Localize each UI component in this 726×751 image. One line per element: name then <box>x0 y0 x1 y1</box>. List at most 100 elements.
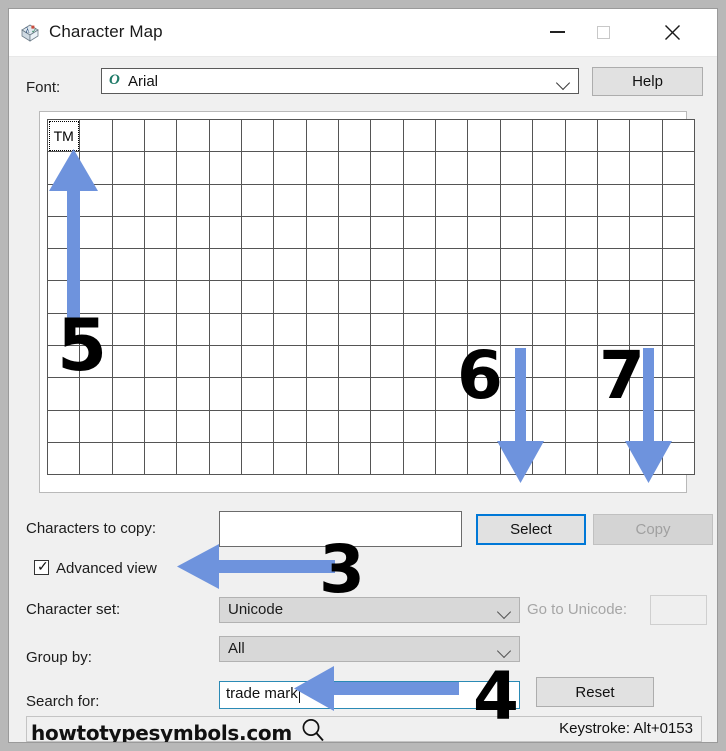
character-grid-cell[interactable] <box>209 120 243 153</box>
character-grid-cell[interactable] <box>274 346 307 379</box>
character-grid-cell[interactable] <box>500 152 534 185</box>
character-grid-cell[interactable] <box>597 281 631 314</box>
character-grid-cell[interactable] <box>112 346 146 379</box>
character-grid-cell[interactable] <box>630 442 663 476</box>
character-grid-cell[interactable] <box>112 249 146 282</box>
character-grid-cell[interactable] <box>306 216 340 250</box>
character-grid-cell[interactable] <box>306 378 340 411</box>
character-grid-cell[interactable] <box>112 281 146 314</box>
character-grid-cell[interactable] <box>112 120 146 153</box>
character-grid-cell[interactable] <box>274 442 307 476</box>
character-grid-cell[interactable] <box>533 410 566 443</box>
character-grid-cell[interactable] <box>339 184 372 217</box>
character-set-combobox[interactable]: Unicode <box>219 597 520 623</box>
character-grid-cell[interactable] <box>339 378 372 411</box>
character-grid-cell[interactable] <box>274 410 307 443</box>
minimize-button[interactable] <box>534 9 580 55</box>
character-grid-cell[interactable] <box>242 216 275 250</box>
character-grid-cell[interactable] <box>403 378 437 411</box>
character-grid-cell[interactable] <box>597 410 631 443</box>
character-grid-cell[interactable] <box>662 216 695 250</box>
character-grid-cell[interactable] <box>306 249 340 282</box>
character-grid-cell[interactable] <box>565 249 598 282</box>
character-grid-cell[interactable] <box>436 410 469 443</box>
character-grid-cell[interactable] <box>403 216 437 250</box>
character-grid-cell[interactable] <box>371 184 404 217</box>
character-grid-cell[interactable] <box>177 410 210 443</box>
character-grid-cell[interactable] <box>80 249 113 282</box>
character-grid-cell[interactable] <box>339 216 372 250</box>
character-grid-cell[interactable] <box>597 152 631 185</box>
character-grid-cell[interactable] <box>306 442 340 476</box>
character-grid-cell[interactable] <box>468 184 501 217</box>
character-grid-cell[interactable] <box>339 281 372 314</box>
character-grid-cell[interactable] <box>242 346 275 379</box>
character-grid-cell[interactable] <box>242 410 275 443</box>
character-grid-cell[interactable] <box>468 216 501 250</box>
character-grid-cell[interactable] <box>662 378 695 411</box>
character-grid-cell[interactable] <box>177 378 210 411</box>
character-grid-cell[interactable] <box>662 281 695 314</box>
character-grid-cell[interactable] <box>177 120 210 153</box>
character-grid-cell[interactable] <box>630 184 663 217</box>
character-grid-cell[interactable] <box>274 152 307 185</box>
character-grid-cell[interactable] <box>533 442 566 476</box>
character-grid-cell[interactable] <box>339 152 372 185</box>
character-grid-cell[interactable] <box>403 313 437 347</box>
character-grid-cell[interactable] <box>145 378 178 411</box>
character-grid-cell[interactable] <box>500 313 534 347</box>
character-grid-cell[interactable] <box>533 184 566 217</box>
character-grid-cell[interactable] <box>145 249 178 282</box>
character-grid-cell[interactable] <box>209 184 243 217</box>
character-grid-cell[interactable] <box>306 184 340 217</box>
character-grid-cell[interactable] <box>209 281 243 314</box>
character-grid-cell[interactable] <box>48 152 81 185</box>
character-grid-cell[interactable] <box>80 184 113 217</box>
character-grid-cell[interactable] <box>436 216 469 250</box>
character-grid-cell[interactable] <box>209 442 243 476</box>
character-grid-cell[interactable] <box>436 120 469 153</box>
character-grid-cell[interactable] <box>80 410 113 443</box>
character-grid-cell[interactable] <box>209 410 243 443</box>
character-grid-cell[interactable] <box>500 281 534 314</box>
character-grid[interactable]: TM <box>47 119 695 476</box>
character-grid-cell[interactable] <box>533 281 566 314</box>
character-grid-cell[interactable] <box>468 120 501 153</box>
reset-button[interactable]: Reset <box>536 677 654 707</box>
character-grid-cell[interactable] <box>371 442 404 476</box>
character-grid-cell[interactable] <box>403 249 437 282</box>
maximize-button[interactable] <box>580 9 626 55</box>
character-grid-cell[interactable] <box>371 378 404 411</box>
character-grid-cell[interactable] <box>242 378 275 411</box>
character-grid-cell[interactable] <box>80 120 113 153</box>
character-grid-cell[interactable] <box>630 281 663 314</box>
character-grid-cell[interactable] <box>48 184 81 217</box>
character-grid-cell[interactable] <box>500 120 534 153</box>
character-grid-cell[interactable] <box>630 249 663 282</box>
character-grid-cell[interactable] <box>242 281 275 314</box>
character-grid-cell[interactable] <box>436 249 469 282</box>
character-grid-cell[interactable] <box>145 442 178 476</box>
character-grid-cell[interactable] <box>533 249 566 282</box>
character-grid-cell[interactable] <box>565 184 598 217</box>
font-combobox[interactable]: O Arial <box>101 68 579 94</box>
character-grid-cell[interactable] <box>533 120 566 153</box>
character-grid-cell[interactable] <box>145 216 178 250</box>
character-grid-cell[interactable] <box>371 410 404 443</box>
character-grid-cell[interactable] <box>242 442 275 476</box>
character-grid-cell[interactable] <box>597 216 631 250</box>
character-grid-cell[interactable] <box>242 313 275 347</box>
character-grid-cell[interactable]: TM <box>48 120 81 153</box>
character-grid-cell[interactable] <box>597 442 631 476</box>
character-grid-cell[interactable] <box>209 216 243 250</box>
character-grid-cell[interactable] <box>597 120 631 153</box>
character-grid-cell[interactable] <box>274 313 307 347</box>
character-grid-cell[interactable] <box>80 442 113 476</box>
character-grid-cell[interactable] <box>371 346 404 379</box>
character-grid-cell[interactable] <box>436 152 469 185</box>
character-grid-cell[interactable] <box>274 378 307 411</box>
character-grid-cell[interactable] <box>500 346 534 379</box>
character-grid-cell[interactable] <box>48 442 81 476</box>
character-grid-cell[interactable] <box>112 378 146 411</box>
character-grid-cell[interactable] <box>500 216 534 250</box>
